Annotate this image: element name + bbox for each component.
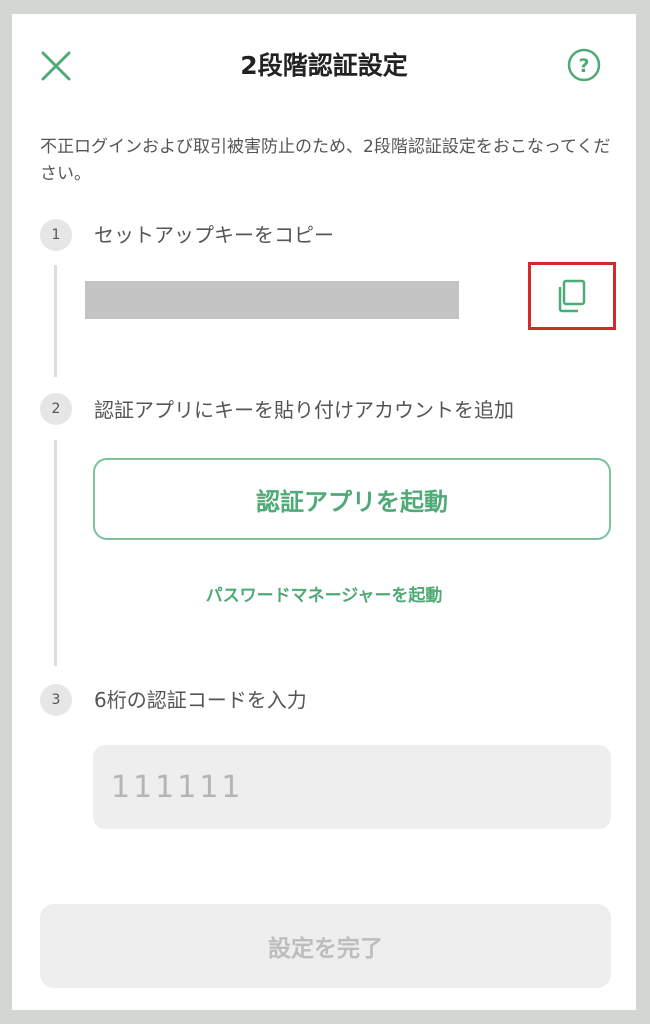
verification-code-input[interactable] [93,745,611,829]
copy-icon [558,279,586,313]
step-1-number: 1 [40,219,72,251]
header: 2段階認証設定 ? [12,14,636,114]
launch-auth-app-button[interactable]: 認証アプリを起動 [93,458,611,540]
timeline-line-2 [54,440,57,666]
help-circle-icon: ? [567,48,601,82]
setup-key-masked [85,281,459,319]
step-2-label: 認証アプリにキーを貼り付けアカウントを追加 [94,398,514,422]
timeline-line-1 [54,265,57,377]
copy-key-button[interactable] [528,262,616,330]
password-manager-link[interactable]: パスワードマネージャーを起動 [12,581,636,606]
step-3-label: 6桁の認証コードを入力 [94,688,307,712]
screen: 2段階認証設定 ? 不正ログインおよび取引被害防止のため、2段階認証設定をおこな… [12,14,636,1010]
step-1-label: セットアップキーをコピー [94,223,334,247]
page-title: 2段階認証設定 [240,51,408,80]
help-button[interactable]: ? [566,47,602,83]
svg-text:?: ? [578,55,589,77]
complete-setup-button[interactable]: 設定を完了 [40,904,611,988]
step-3-number: 3 [40,684,72,716]
step-2-number: 2 [40,393,72,425]
intro-text: 不正ログインおよび取引被害防止のため、2段階認証設定をおこなってください。 [40,137,611,184]
